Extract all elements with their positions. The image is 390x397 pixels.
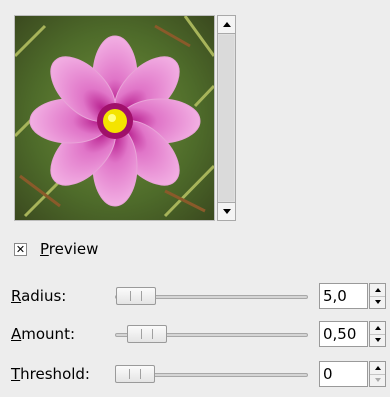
radius-slider-handle[interactable] (116, 287, 156, 305)
preview-image[interactable] (14, 15, 215, 221)
arrow-down-icon (222, 209, 231, 214)
flower-image (15, 16, 214, 220)
threshold-slider-handle[interactable] (115, 365, 155, 383)
scroll-up-button[interactable] (218, 16, 235, 34)
radius-label: Radius: (11, 287, 67, 305)
radius-spin-buttons[interactable] (369, 283, 386, 309)
preview-checkbox[interactable]: ✕ (14, 242, 27, 256)
spin-down-icon (374, 300, 381, 304)
spin-up-icon (374, 326, 381, 330)
amount-row: Amount: 0,50 (11, 321, 388, 349)
threshold-spin-buttons[interactable] (369, 361, 386, 387)
amount-spin-buttons[interactable] (369, 321, 386, 347)
spin-down-icon (374, 378, 381, 382)
arrow-up-icon (222, 22, 231, 27)
preview-label: Preview (40, 240, 99, 258)
spin-down-icon (374, 338, 381, 342)
amount-decrement-button[interactable] (370, 334, 385, 346)
radius-decrement-button[interactable] (370, 296, 385, 308)
scroll-down-button[interactable] (218, 202, 235, 220)
threshold-input[interactable]: 0 (319, 361, 368, 387)
amount-input[interactable]: 0,50 (319, 321, 368, 347)
threshold-label: Threshold: (11, 365, 90, 383)
scroll-thumb[interactable] (219, 35, 234, 201)
threshold-decrement-button[interactable] (370, 374, 385, 386)
amount-slider-handle[interactable] (127, 325, 167, 343)
threshold-row: Threshold: 0 (11, 361, 388, 389)
spin-up-icon (374, 288, 381, 292)
spin-up-icon (374, 366, 381, 370)
radius-row: Radius: 5,0 (11, 283, 388, 311)
preview-scrollbar[interactable] (217, 15, 236, 221)
amount-label: Amount: (11, 325, 76, 343)
radius-input[interactable]: 5,0 (319, 283, 368, 309)
preview-toggle[interactable]: ✕ Preview (14, 240, 98, 258)
